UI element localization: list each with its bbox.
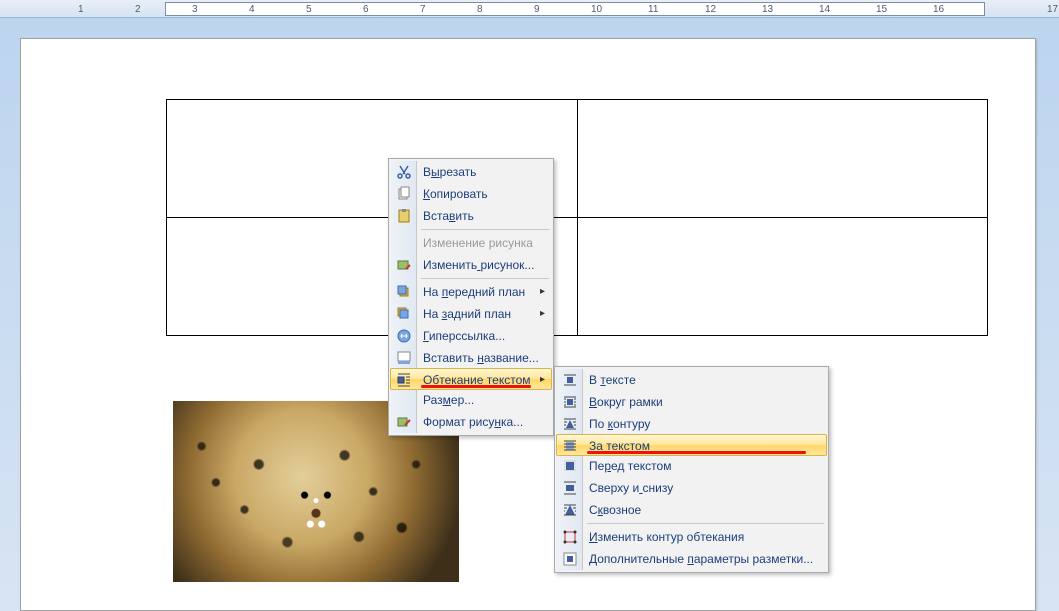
menu-item-label: На передний план bbox=[423, 285, 525, 299]
format-icon bbox=[395, 413, 413, 431]
wrap-tight[interactable]: По контуру bbox=[557, 413, 826, 435]
ruler-number: 8 bbox=[477, 4, 483, 15]
ruler-number: 1 bbox=[78, 4, 84, 15]
menu-item-label: Гиперссылка... bbox=[423, 329, 505, 343]
paste-icon bbox=[395, 207, 413, 225]
wrap-inline-icon bbox=[561, 371, 579, 389]
menu-separator bbox=[587, 523, 824, 524]
ruler-number: 7 bbox=[420, 4, 426, 15]
menu-item-label: На задний план bbox=[423, 307, 511, 321]
ctx-back[interactable]: На задний план bbox=[391, 303, 551, 325]
menu-item-label: Сквозное bbox=[589, 503, 641, 517]
ruler-number: 5 bbox=[306, 4, 312, 15]
menu-item-label: Изменить рисунок... bbox=[423, 258, 534, 272]
ctx-copy[interactable]: Копировать bbox=[391, 183, 551, 205]
document-table[interactable] bbox=[166, 99, 988, 336]
ruler-number: 4 bbox=[249, 4, 255, 15]
menu-item-label: Изменить контур обтекания bbox=[589, 530, 744, 544]
ruler-number: 13 bbox=[762, 4, 773, 15]
caption-icon bbox=[395, 349, 413, 367]
menu-item-label: Вставить bbox=[423, 209, 474, 223]
back-icon bbox=[395, 305, 413, 323]
ruler-number: 3 bbox=[192, 4, 198, 15]
menu-item-label: Формат рисунка... bbox=[423, 415, 523, 429]
ctx-front[interactable]: На передний план bbox=[391, 281, 551, 303]
wrap-icon bbox=[395, 371, 413, 389]
annotation-redline bbox=[421, 385, 531, 388]
ruler-number: 14 bbox=[819, 4, 830, 15]
cut-icon bbox=[395, 163, 413, 181]
ruler-number: 11 bbox=[648, 4, 658, 15]
horizontal-ruler[interactable]: 3211234567891011121314151617 bbox=[0, 0, 1059, 18]
menu-item-label: Дополнительные параметры разметки... bbox=[589, 552, 813, 566]
wrap-editwrap[interactable]: Изменить контур обтекания bbox=[557, 526, 826, 548]
table-cell[interactable] bbox=[577, 100, 988, 218]
ruler-number: 6 bbox=[363, 4, 369, 15]
menu-item-label: Вставить название... bbox=[423, 351, 539, 365]
ctx-caption[interactable]: Вставить название... bbox=[391, 347, 551, 369]
ctx-edit_pic[interactable]: Изменить рисунок... bbox=[391, 254, 551, 276]
edit-icon bbox=[395, 256, 413, 274]
ctx-wrap[interactable]: Обтекание текстом bbox=[390, 368, 552, 390]
table-cell[interactable] bbox=[577, 218, 988, 336]
ruler-number: 2 bbox=[135, 4, 141, 15]
front-icon bbox=[395, 283, 413, 301]
wrap-more[interactable]: Дополнительные параметры разметки... bbox=[557, 548, 826, 570]
ruler-number: 16 bbox=[933, 4, 944, 15]
ruler-active-area bbox=[165, 2, 985, 16]
wrap-behind-icon bbox=[561, 437, 579, 455]
wrap-behind[interactable]: За текстом bbox=[556, 434, 827, 456]
wrap-front-icon bbox=[561, 457, 579, 475]
ctx-paste[interactable]: Вставить bbox=[391, 205, 551, 227]
menu-item-label: По контуру bbox=[589, 417, 650, 431]
table-row[interactable] bbox=[167, 100, 988, 218]
ruler-number: 12 bbox=[705, 4, 716, 15]
ruler-number: 15 bbox=[876, 4, 887, 15]
menu-item-label: Вырезать bbox=[423, 165, 476, 179]
ruler-number: 10 bbox=[591, 4, 602, 15]
wrap-topbot-icon bbox=[561, 479, 579, 497]
text-wrap-submenu[interactable]: В тексте Вокруг рамки По контуру За текстом… bbox=[554, 366, 829, 573]
wrap-inline[interactable]: В тексте bbox=[557, 369, 826, 391]
menu-item-label: Изменение рисунка bbox=[423, 236, 533, 250]
ctx-size[interactable]: Размер... bbox=[391, 389, 551, 411]
menu-item-label: Сверху и снизу bbox=[589, 481, 673, 495]
ctx-hyper[interactable]: Гиперссылка... bbox=[391, 325, 551, 347]
wrap-through[interactable]: Сквозное bbox=[557, 499, 826, 521]
menu-separator bbox=[421, 278, 549, 279]
ctx-format[interactable]: Формат рисунка... bbox=[391, 411, 551, 433]
wrap-front[interactable]: Перед текстом bbox=[557, 455, 826, 477]
wrap-topbot[interactable]: Сверху и снизу bbox=[557, 477, 826, 499]
ruler-number: 9 bbox=[534, 4, 540, 15]
menu-item-label: Копировать bbox=[423, 187, 488, 201]
menu-item-label: Перед текстом bbox=[589, 459, 671, 473]
menu-item-label: Вокруг рамки bbox=[589, 395, 663, 409]
ruler-number: 17 bbox=[1047, 4, 1058, 15]
menu-item-label: Размер... bbox=[423, 393, 474, 407]
menu-separator bbox=[421, 229, 549, 230]
copy-icon bbox=[395, 185, 413, 203]
ctx-change_pic: Изменение рисунка bbox=[391, 232, 551, 254]
wrap-through-icon bbox=[561, 501, 579, 519]
more-icon bbox=[561, 550, 579, 568]
menu-item-label: В тексте bbox=[589, 373, 636, 387]
picture-context-menu[interactable]: Вырезать Копировать Вставить Изменение рису… bbox=[388, 158, 554, 436]
wrap-tight-icon bbox=[561, 415, 579, 433]
ctx-cut[interactable]: Вырезать bbox=[391, 161, 551, 183]
link-icon bbox=[395, 327, 413, 345]
wrap-square-icon bbox=[561, 393, 579, 411]
editwrap-icon bbox=[561, 528, 579, 546]
annotation-redline bbox=[587, 451, 806, 454]
wrap-square[interactable]: Вокруг рамки bbox=[557, 391, 826, 413]
table-row[interactable] bbox=[167, 218, 988, 336]
